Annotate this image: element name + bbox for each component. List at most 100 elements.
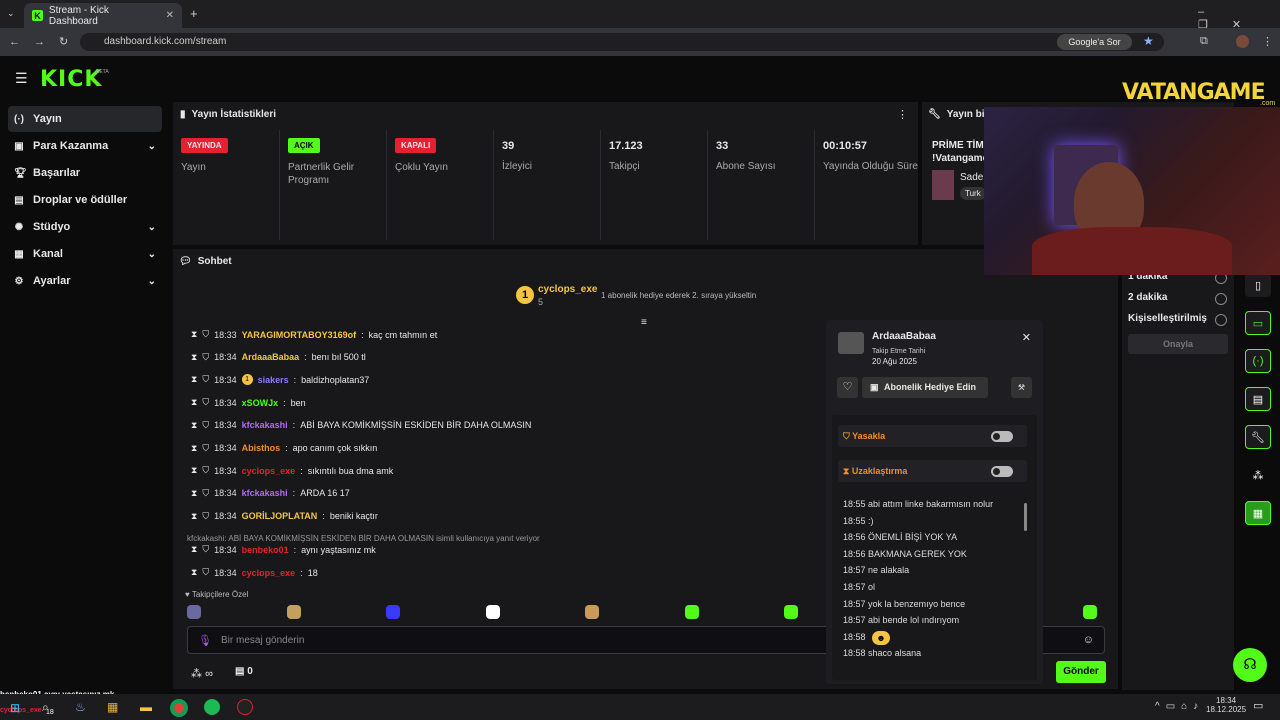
- chat-icon[interactable]: ▭: [1245, 311, 1271, 335]
- shield-icon[interactable]: ⛉: [202, 352, 209, 363]
- pinned-user[interactable]: cyclops_exe: [538, 284, 598, 295]
- shield-icon[interactable]: ⛉: [202, 544, 209, 555]
- scroll-down-icon[interactable]: ≡: [641, 317, 647, 328]
- chat-message[interactable]: ⧗ ⛉ 18:34 xSOWJx: ben: [191, 397, 306, 408]
- sidebar-item-droplar[interactable]: ▤ Droplar ve ödüller: [8, 187, 162, 213]
- sidebar-item-yayin[interactable]: (·) Yayın: [8, 106, 162, 132]
- more-options-icon[interactable]: ⋮: [897, 108, 908, 121]
- points-icon[interactable]: ⁂ ∞: [191, 667, 213, 680]
- message-user[interactable]: cyclops_exe: [242, 568, 296, 578]
- notification-icon[interactable]: ▭: [1253, 699, 1263, 712]
- mod-icon[interactable]: ⚒: [1011, 377, 1032, 398]
- extensions-icon[interactable]: ⧉: [1200, 35, 1208, 48]
- broadcast-icon[interactable]: (·): [1245, 349, 1271, 373]
- option-custom[interactable]: Kişiselleştirilmiş: [1128, 313, 1207, 324]
- close-icon[interactable]: ✕: [1022, 331, 1031, 344]
- close-tab-icon[interactable]: ✕: [166, 10, 174, 21]
- browser-tab[interactable]: K Stream - Kick Dashboard ✕: [24, 3, 182, 28]
- emote-icon[interactable]: [485, 605, 500, 619]
- hourglass-icon[interactable]: ⧗: [191, 329, 197, 340]
- chat-message[interactable]: ⧗ ⛉ 18:34 benbeko01: aynı yaştasınız mk: [191, 544, 376, 555]
- emote-icon[interactable]: [1082, 605, 1097, 619]
- hourglass-icon[interactable]: ⧗: [191, 511, 197, 522]
- chat-message[interactable]: ⧗ ⛉ 18:34 kfckakashi: ARDA 16 17: [191, 488, 350, 499]
- message-user[interactable]: cyclops_exe: [242, 466, 296, 476]
- taskbar-search-icon[interactable]: ⌕: [42, 700, 49, 715]
- spotify-icon[interactable]: [204, 699, 220, 715]
- google-ask-button[interactable]: Google'a Sor: [1057, 34, 1132, 50]
- heart-icon[interactable]: ♡: [837, 377, 858, 398]
- send-button[interactable]: Gönder: [1056, 661, 1106, 683]
- system-tray-icons[interactable]: ^▭⌂♪: [1155, 701, 1204, 712]
- chrome-icon[interactable]: [170, 699, 188, 717]
- chat-message[interactable]: ⧗ ⛉ 18:34 Abisthos: apo canım çok sıkkın: [191, 443, 377, 454]
- hourglass-icon[interactable]: ⧗: [191, 352, 197, 363]
- bookmark-star-icon[interactable]: ★: [1143, 34, 1154, 48]
- hourglass-icon[interactable]: ⧗: [191, 443, 197, 454]
- clock[interactable]: 18:34 18.12.2025: [1206, 696, 1246, 714]
- clapper-icon[interactable]: ▦: [1245, 501, 1271, 525]
- emote-icon[interactable]: [286, 605, 301, 619]
- message-user[interactable]: siakers: [258, 375, 289, 385]
- emote-icon[interactable]: [187, 605, 201, 619]
- shield-icon[interactable]: ⛉: [202, 374, 209, 385]
- profile-avatar[interactable]: [1236, 35, 1249, 48]
- user-name[interactable]: ArdaaaBabaa: [872, 331, 936, 342]
- log-scrollbar[interactable]: [1024, 503, 1027, 531]
- new-tab-icon[interactable]: +: [190, 6, 198, 21]
- notes-icon[interactable]: ▯: [1245, 273, 1271, 297]
- shield-icon[interactable]: ⛉: [202, 488, 209, 499]
- emote-icon[interactable]: [585, 605, 599, 619]
- option-2min[interactable]: 2 dakika: [1128, 292, 1167, 303]
- tab-list-icon[interactable]: ⌄: [7, 8, 15, 19]
- shield-icon[interactable]: ⛉: [202, 567, 209, 578]
- radio-custom[interactable]: [1215, 314, 1227, 326]
- ban-row[interactable]: ⛉ Yasakla: [838, 425, 1027, 447]
- emote-icon[interactable]: [684, 605, 699, 619]
- emote-icon[interactable]: [784, 605, 798, 619]
- chat-message[interactable]: ⧗ ⛉ 18:34 1 siakers: baldizhoplatan37: [191, 374, 369, 386]
- gift-sub-button[interactable]: ▣ Abonelik Hediye Edin: [862, 377, 988, 398]
- sidebar-item-kanal[interactable]: ▦ Kanal ⌄: [8, 241, 162, 267]
- obs-icon[interactable]: [237, 699, 253, 715]
- hourglass-icon[interactable]: ⧗: [191, 420, 197, 431]
- hamburger-menu-icon[interactable]: ☰: [15, 70, 28, 87]
- emoji-icon[interactable]: ☺: [1083, 634, 1094, 646]
- shield-icon[interactable]: ⛉: [202, 420, 209, 431]
- shield-icon[interactable]: ⛉: [202, 511, 209, 522]
- kick-logo[interactable]: KICK: [40, 67, 102, 92]
- shield-icon[interactable]: ⛉: [202, 465, 209, 476]
- sidebar-item-studyo[interactable]: ✺ Stüdyo ⌄: [8, 214, 162, 240]
- wrench-icon[interactable]: 🔧︎: [1245, 425, 1271, 449]
- layout-icon[interactable]: ▤: [1245, 387, 1271, 411]
- chat-message[interactable]: ⧗ ⛉ 18:33 YARAGIMORTABOY3169of: kaç cm tahmı…: [191, 329, 437, 340]
- hourglass-icon[interactable]: ⧗: [191, 544, 197, 555]
- shield-icon[interactable]: ⛉: [202, 329, 209, 340]
- timeout-row[interactable]: ⧗ Uzaklaştırma: [838, 460, 1027, 482]
- message-user[interactable]: GORİLJOPLATAN: [242, 511, 318, 521]
- message-user[interactable]: YARAGIMORTABOY3169of: [242, 330, 357, 340]
- windows-start-icon[interactable]: ⊞: [10, 701, 20, 715]
- mic-icon[interactable]: 🎙︎: [198, 634, 212, 647]
- browser-menu-icon[interactable]: ⋮: [1262, 35, 1273, 48]
- hourglass-icon[interactable]: ⧗: [191, 567, 197, 578]
- shield-icon[interactable]: ⛉: [202, 443, 209, 454]
- folder-icon[interactable]: ▬: [140, 700, 152, 714]
- ban-toggle[interactable]: [991, 431, 1013, 442]
- sidebar-item-para-kazanma[interactable]: ▣ Para Kazanma ⌄: [8, 133, 162, 159]
- timeout-toggle[interactable]: [991, 466, 1013, 477]
- url-field[interactable]: dashboard.kick.com/stream: [80, 33, 1164, 51]
- chat-message[interactable]: ⧗ ⛉ 18:34 kfckakashi: ABİ BAYA KOMİKMİŞSİN E…: [191, 420, 531, 431]
- store-icon[interactable]: ▤ 0: [235, 666, 253, 677]
- chat-message[interactable]: ⧗ ⛉ 18:34 cyclops_exe:18: [191, 567, 318, 578]
- message-user[interactable]: benbeko01: [242, 545, 289, 555]
- sidebar-item-basarilar[interactable]: 🏆︎ Başarılar: [8, 160, 162, 186]
- message-user[interactable]: Abisthos: [242, 443, 281, 453]
- hourglass-icon[interactable]: ⧗: [191, 488, 197, 499]
- emote-icon[interactable]: [386, 605, 400, 619]
- message-user[interactable]: xSOWJx: [242, 398, 279, 408]
- radio-2min[interactable]: [1215, 293, 1227, 305]
- shield-icon[interactable]: ⛉: [202, 397, 209, 408]
- chat-message[interactable]: ⧗ ⛉ 18:34 ArdaaaBabaa: benı bıl 500 tl: [191, 352, 366, 363]
- steam-icon[interactable]: ♨: [75, 700, 86, 714]
